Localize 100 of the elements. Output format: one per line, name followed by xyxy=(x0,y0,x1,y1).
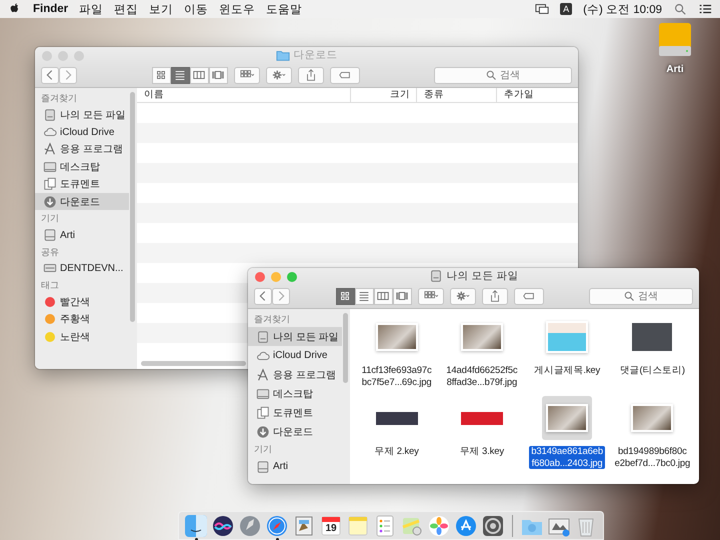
menu-item[interactable]: 편집 xyxy=(114,2,138,16)
action-button[interactable] xyxy=(450,288,476,304)
search-field[interactable]: 검색 xyxy=(434,66,572,84)
sidebar-heading: 공유 xyxy=(40,246,60,259)
menu-item[interactable]: 도움말 xyxy=(266,2,302,16)
icon-view-icon xyxy=(338,289,352,303)
sidebar-item[interactable]: iCloud Drive xyxy=(35,123,129,141)
file-name[interactable]: 11cf13fe693a97c bc7f5e7...69c.jpg xyxy=(360,365,434,388)
share-button[interactable] xyxy=(482,288,508,304)
back-button[interactable] xyxy=(41,66,59,84)
tag-button[interactable] xyxy=(330,66,360,84)
menu-clock[interactable]: (수) 오전 10:09 xyxy=(583,2,662,16)
sidebar-item[interactable]: 빨간색 xyxy=(35,293,129,311)
file-name[interactable]: bd194989b6f80c e2bef7d...7bc0.jpg xyxy=(612,446,692,469)
menu-list-icon[interactable] xyxy=(698,2,712,16)
sidebar-item[interactable]: 응용 프로그램 xyxy=(248,365,342,384)
display-mirroring-icon[interactable] xyxy=(535,2,550,16)
file-name[interactable]: b3149ae861a6eb f680ab...2403.jpg xyxy=(529,446,606,469)
file-name[interactable]: 14ad4fd66252f5c 8ffad3e...b79f.jpg xyxy=(444,365,520,388)
sidebar-item[interactable]: 다운로드 xyxy=(35,192,129,210)
list-view-button[interactable] xyxy=(354,288,374,304)
action-button[interactable] xyxy=(266,66,292,84)
forward-button[interactable] xyxy=(272,288,290,304)
column-header[interactable]: 이름 xyxy=(137,88,351,102)
arrange-button[interactable] xyxy=(418,288,444,304)
menu-item[interactable]: 윈도우 xyxy=(219,2,256,16)
hard-drive-icon xyxy=(43,228,57,242)
icon-view-button[interactable] xyxy=(152,66,170,84)
sidebar-item[interactable]: 나의 모든 파일 xyxy=(248,327,342,346)
search-icon xyxy=(485,68,497,80)
download-icon xyxy=(43,194,57,209)
search-icon[interactable] xyxy=(673,2,687,16)
desktop-icon xyxy=(256,386,270,400)
map-icon[interactable] xyxy=(401,515,423,537)
sidebar-item[interactable]: 데스크탑 xyxy=(248,384,342,403)
sidebar-item[interactable]: 데스크탑 xyxy=(35,158,129,176)
settings-icon[interactable] xyxy=(482,515,504,537)
compass-pencil-icon xyxy=(256,368,270,382)
sidebar-item[interactable]: Arti xyxy=(35,226,129,244)
share-button[interactable] xyxy=(298,66,324,84)
window-controls[interactable] xyxy=(255,272,297,282)
sidebar-item[interactable]: iCloud Drive xyxy=(248,346,342,365)
icon-view-button[interactable] xyxy=(336,288,354,304)
download-icon xyxy=(256,424,270,438)
sidebar-item[interactable]: 응용 프로그램 xyxy=(35,140,129,158)
column-header[interactable]: 추가일 xyxy=(497,88,578,102)
back-button[interactable] xyxy=(254,288,272,304)
cover-flow-button[interactable] xyxy=(392,288,412,304)
menu-item[interactable]: 파일 xyxy=(79,2,104,16)
sidebar-item[interactable]: 다운로드 xyxy=(248,422,342,441)
sidebar-heading: 즐겨찾기 xyxy=(253,313,291,326)
tag-button[interactable] xyxy=(514,288,544,304)
sidebar-item[interactable]: 나의 모든 파일 xyxy=(35,106,129,124)
siri-orb-icon[interactable] xyxy=(212,515,234,537)
external-drive-icon[interactable] xyxy=(657,22,693,58)
menu-item[interactable]: 보기 xyxy=(149,2,174,16)
gear-icon xyxy=(456,289,470,303)
column-header[interactable]: 크기 xyxy=(351,88,417,102)
column-view-button[interactable] xyxy=(374,288,392,304)
sidebar-item[interactable]: Arti xyxy=(248,457,342,476)
column-view-icon xyxy=(192,68,206,82)
list-view-button[interactable] xyxy=(170,66,190,84)
rocket-icon[interactable] xyxy=(239,515,261,537)
sidebar-item[interactable]: 주황색 xyxy=(35,310,129,328)
cover-flow-button[interactable] xyxy=(208,66,228,84)
documents-icon xyxy=(256,406,270,420)
sidebar-item[interactable]: 도큐멘트 xyxy=(248,403,342,422)
folder-icon xyxy=(276,48,290,62)
file-name[interactable]: 댓글(티스토리) xyxy=(618,365,687,376)
window-title: 나의 모든 파일 xyxy=(446,269,518,283)
column-header[interactable]: 종류 xyxy=(417,88,497,102)
file-name[interactable]: 무제 3.key xyxy=(458,446,506,458)
photo-preview-icon[interactable] xyxy=(293,515,315,537)
sidebar-item[interactable]: 도큐멘트 xyxy=(35,176,129,193)
sidebar-item[interactable]: 노란색 xyxy=(35,328,129,346)
calendar-icon[interactable] xyxy=(320,515,342,537)
file-thumbnail[interactable] xyxy=(542,396,592,440)
file-name[interactable]: 무제 2.key xyxy=(372,446,421,458)
gear-icon xyxy=(272,68,286,82)
flower-icon[interactable] xyxy=(428,515,450,537)
app-menu[interactable]: Finder xyxy=(33,3,68,15)
window-title: 다운로드 xyxy=(294,48,338,62)
app-store-icon[interactable] xyxy=(455,515,477,537)
column-view-button[interactable] xyxy=(190,66,208,84)
file-name[interactable]: 게시글제목.key xyxy=(532,365,602,376)
horizontal-scrollbar[interactable] xyxy=(141,361,246,366)
cover-view-icon xyxy=(395,289,409,303)
compass-icon[interactable] xyxy=(266,515,288,537)
desktop-icon-label[interactable]: Arti xyxy=(666,64,684,75)
sidebar-item[interactable]: DENTDEVN... xyxy=(35,260,129,278)
search-icon xyxy=(623,290,635,302)
documents-stack-icon xyxy=(256,330,270,344)
arrange-button[interactable] xyxy=(234,66,260,84)
checklist-icon[interactable] xyxy=(374,515,396,537)
forward-button[interactable] xyxy=(59,66,77,84)
menu-item[interactable]: 이동 xyxy=(184,2,208,16)
search-field[interactable]: 검색 xyxy=(589,288,693,304)
finder-face-icon[interactable] xyxy=(185,515,207,537)
cover-view-icon xyxy=(211,68,225,82)
input-source-indicator[interactable]: A xyxy=(560,3,572,15)
